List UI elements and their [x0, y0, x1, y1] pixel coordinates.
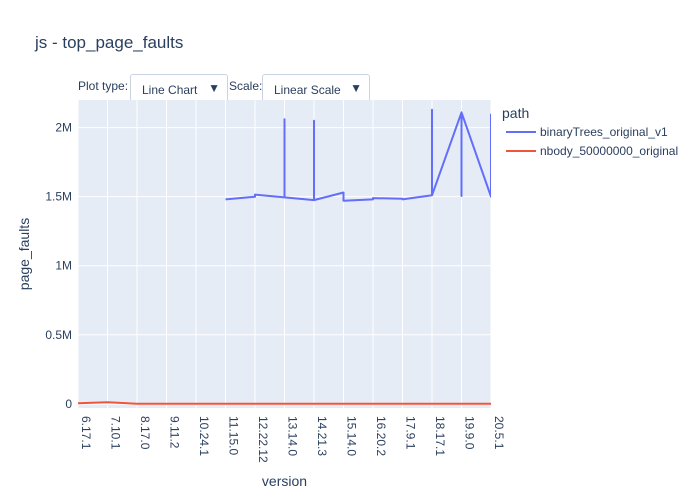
- x-tick-label: 16.20.2: [374, 416, 388, 456]
- x-axis-label: version: [262, 473, 307, 489]
- x-tick-label: 15.14.0: [345, 416, 359, 456]
- x-tick-label: 19.9.0: [463, 416, 477, 450]
- line-chart: 0 0.5M 1M 1.5M 2M 6.17.1 7.10.1 8.17.0 9.11.2 10.…: [16, 100, 678, 489]
- legend-item-label[interactable]: nbody_50000000_original: [540, 144, 678, 158]
- y-axis-label: page_faults: [16, 218, 32, 290]
- legend-title: path: [502, 105, 529, 121]
- y-tick-label: 1.5M: [45, 190, 72, 204]
- x-tick-label: 8.17.0: [138, 416, 152, 450]
- x-tick-label: 17.9.1: [404, 416, 418, 450]
- y-tick-label: 0.5M: [45, 328, 72, 342]
- legend-item-label[interactable]: binaryTrees_original_v1: [540, 125, 668, 139]
- x-tick-label: 9.11.2: [168, 416, 182, 449]
- x-tick-label: 7.10.1: [109, 416, 123, 450]
- x-tick-label: 12.22.12: [256, 416, 270, 463]
- x-tick-label: 10.24.1: [197, 416, 211, 456]
- y-tick-label: 2M: [55, 121, 72, 135]
- x-tick-label: 14.21.3: [315, 416, 329, 456]
- x-tick-label: 18.17.1: [433, 416, 447, 456]
- x-tick-label: 6.17.1: [79, 416, 93, 450]
- y-tick-label: 1M: [55, 259, 72, 273]
- x-tick-label: 11.15.0: [227, 416, 241, 455]
- x-tick-label: 20.5.1: [492, 416, 506, 450]
- x-tick-label: 13.14.0: [286, 416, 300, 456]
- y-tick-label: 0: [65, 397, 72, 411]
